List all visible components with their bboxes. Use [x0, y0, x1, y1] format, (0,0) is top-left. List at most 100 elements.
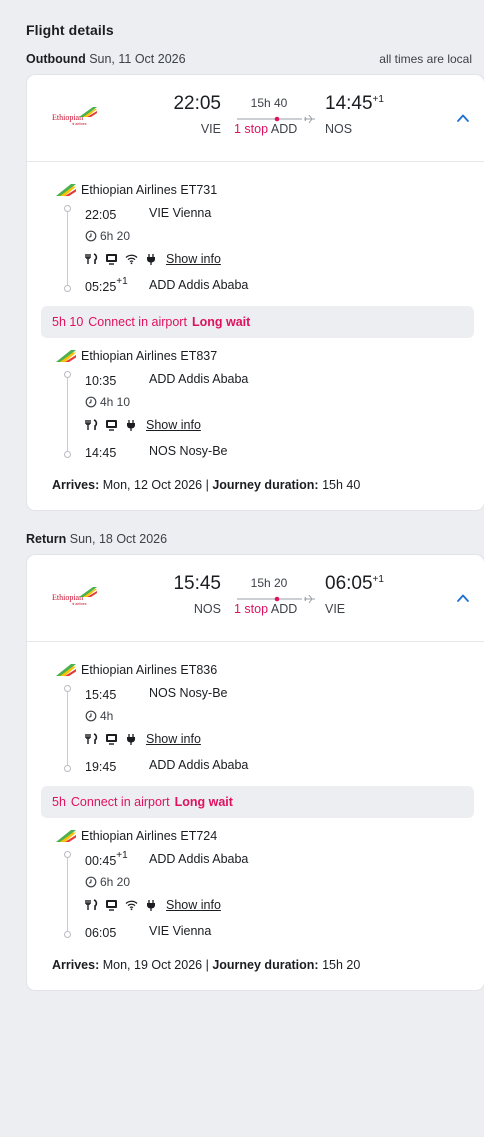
summary-stops: 1 stop ADD [234, 122, 297, 136]
summary-departure-code: VIE [200, 122, 221, 136]
segment-amenities: Show info [85, 892, 484, 918]
summary-duration: 15h 40 [250, 96, 288, 110]
segment-arrival-place: ADD Addis Ababa [149, 278, 249, 292]
departure-time-value: 15:45 [85, 688, 117, 702]
segment-arrival-time: 06:05 [85, 922, 149, 940]
layover-text: Connect in airport [70, 795, 170, 809]
segment-arrival-place: VIE Vienna [149, 924, 212, 938]
arrival-time-value: 14:45 [325, 93, 373, 114]
arrival-time-value: 19:45 [85, 760, 117, 774]
timeline-departure-dot [64, 685, 71, 692]
segment-departure-row: 15:45 NOS Nosy-Be [85, 680, 484, 706]
segment-departure-place: NOS Nosy-Be [149, 686, 228, 700]
segment-airline-flight: Ethiopian Airlines ET731 [81, 183, 218, 197]
stops-count: 1 stop [234, 602, 269, 616]
return-date: Sun, 18 Oct 2026 [69, 532, 168, 546]
show-info-link[interactable]: Show info [166, 252, 221, 266]
segment-amenities: Show info [85, 246, 484, 272]
chevron-up-icon[interactable] [455, 590, 471, 606]
segment-arrival-row: 05:25+1 ADD Addis Ababa [85, 272, 484, 298]
segment-amenities: Show info [85, 412, 484, 438]
stop-airport-code: ADD [270, 122, 298, 136]
layover-banner: 5h 10 Connect in airport Long wait [41, 306, 474, 338]
segment-departure-row: 22:05 VIE Vienna [85, 200, 484, 226]
segment-arrival-place: NOS Nosy-Be [149, 444, 228, 458]
timeline-line [67, 856, 68, 934]
show-info-link[interactable]: Show info [166, 898, 221, 912]
airline-tail-icon [56, 664, 76, 676]
segment-arrival-time: 05:25+1 [85, 276, 149, 294]
segment-airline-flight: Ethiopian Airlines ET724 [81, 829, 218, 843]
meal-icon [85, 419, 98, 430]
timeline-arrival-dot [64, 931, 71, 938]
flight-segment: Ethiopian Airlines ET724 00:45+1 ADD Add… [27, 826, 484, 944]
show-info-link[interactable]: Show info [146, 732, 201, 746]
summary-arrival-code: NOS [325, 122, 353, 136]
layover-duration: 5h [52, 795, 66, 809]
segment-airline-header: Ethiopian Airlines ET731 [55, 180, 484, 200]
clock-icon [85, 230, 97, 242]
segment-duration: 6h 20 [85, 226, 484, 246]
segment-airline-header: Ethiopian Airlines ET836 [55, 660, 484, 680]
arrival-day-offset: +1 [372, 574, 384, 585]
segment-duration: 6h 20 [85, 872, 484, 892]
flight-itinerary-details: Ethiopian Airlines ET836 15:45 NOS Nosy-… [27, 642, 484, 990]
departure-day-offset: +1 [116, 850, 128, 861]
airline-tail-icon [56, 184, 76, 196]
summary-departure-time: 15:45 [173, 573, 221, 594]
logo-subtext: ቒ airlines [72, 602, 87, 606]
timeline-arrival-dot [64, 285, 71, 292]
flight-details-panel: Flight details Outbound Sun, 11 Oct 2026… [0, 0, 484, 990]
segment-departure-row: 00:45+1 ADD Addis Ababa [85, 846, 484, 872]
power-icon [127, 419, 135, 431]
segment-arrival-place: ADD Addis Ababa [149, 758, 249, 772]
segment-duration-value: 6h 20 [100, 875, 131, 889]
outbound-date: Sun, 11 Oct 2026 [89, 52, 186, 66]
arrival-time-value: 06:05 [325, 573, 373, 594]
segment-arrival-row: 06:05 VIE Vienna [85, 918, 484, 944]
summary-arrival-time: 14:45+1 [325, 93, 384, 115]
segment-timeline: 10:35 ADD Addis Ababa 4h 10 Show info 14… [63, 366, 484, 464]
arrival-time-value: 14:45 [85, 446, 117, 460]
segment-timeline: 15:45 NOS Nosy-Be 4h Show info 19:45 ADD… [63, 680, 484, 778]
timeline-departure-dot [64, 205, 71, 212]
segment-duration: 4h [85, 706, 484, 726]
long-wait-badge: Long wait [191, 315, 251, 329]
segment-arrival-row: 14:45 NOS Nosy-Be [85, 438, 484, 464]
meal-icon [85, 899, 98, 910]
layover-text: Connect in airport [88, 315, 187, 329]
arrives-date: Mon, 12 Oct 2026 [102, 478, 203, 492]
summary-arrival-code: VIE [325, 602, 346, 616]
layover-banner: 5h Connect in airport Long wait [41, 786, 474, 818]
power-icon [147, 899, 155, 911]
arrives-separator: | [205, 478, 209, 492]
airline-tail-icon [79, 587, 97, 597]
return-flight-card: Ethiopian ቒ airlines 15:45 NOS 15h 20 1 … [27, 555, 484, 990]
segment-duration-value: 4h [100, 709, 114, 723]
outbound-label: Outbound [26, 52, 86, 66]
power-icon [127, 733, 135, 745]
arrival-summary: Arrives: Mon, 12 Oct 2026 | Journey dura… [27, 464, 484, 510]
summary-arrival-time: 06:05+1 [325, 573, 384, 595]
flight-summary[interactable]: Ethiopian ቒ airlines 22:05 VIE 15h 40 1 … [27, 75, 484, 162]
show-info-link[interactable]: Show info [146, 418, 201, 432]
segment-arrival-time: 14:45 [85, 442, 149, 460]
long-wait-badge: Long wait [174, 795, 233, 809]
segment-departure-time: 22:05 [85, 204, 149, 222]
entertainment-icon [106, 254, 117, 265]
departure-time-value: 00:45 [85, 854, 117, 868]
arrival-day-offset: +1 [116, 276, 128, 287]
timeline-departure-dot [64, 851, 71, 858]
segment-departure-place: ADD Addis Ababa [149, 852, 249, 866]
segment-departure-place: ADD Addis Ababa [149, 372, 249, 386]
segment-amenities: Show info [85, 726, 484, 752]
segment-departure-row: 10:35 ADD Addis Ababa [85, 366, 484, 392]
segment-airline-header: Ethiopian Airlines ET724 [55, 826, 484, 846]
flight-summary[interactable]: Ethiopian ቒ airlines 15:45 NOS 15h 20 1 … [27, 555, 484, 642]
logo-subtext: ቒ airlines [72, 122, 87, 126]
segment-departure-time: 00:45+1 [85, 850, 149, 868]
airline-tail-icon [56, 350, 76, 362]
departure-time-value: 22:05 [85, 208, 117, 222]
wifi-icon [125, 900, 138, 911]
chevron-up-icon[interactable] [455, 110, 471, 126]
